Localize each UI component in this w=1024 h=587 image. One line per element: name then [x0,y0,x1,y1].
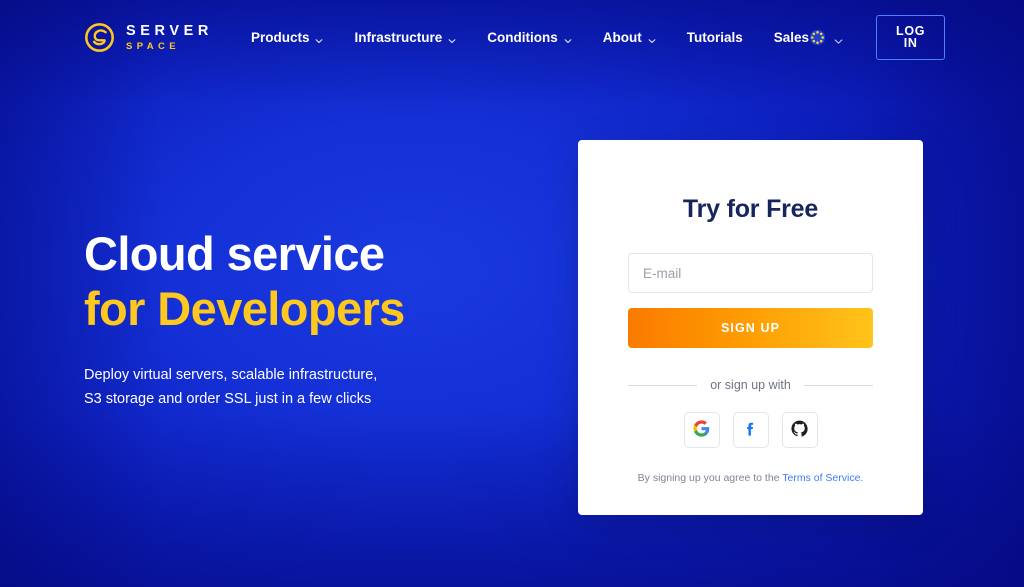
chevron-down-icon [564,33,572,43]
eu-flag-icon [809,29,826,46]
chevron-down-icon [648,33,656,43]
facebook-login-button[interactable] [732,412,769,448]
serverspace-circle-s-icon [84,22,115,53]
social-divider: or sign up with [628,378,874,392]
sign-up-button[interactable]: SIGN UP [628,308,873,348]
nav-item-products[interactable]: Products [251,30,324,45]
language-switcher[interactable] [809,29,843,46]
signup-card: Try for Free SIGN UP or sign up with [578,140,923,515]
facebook-icon [742,420,759,440]
email-input[interactable] [628,253,873,293]
hero-section: Cloud service for Developers Deploy virt… [84,226,405,411]
signup-card-title: Try for Free [682,195,819,223]
divider-label: or sign up with [710,378,791,392]
nav-item-label: Conditions [487,29,558,45]
hero-title-line-1: Cloud service [84,227,385,280]
hero-subtitle: Deploy virtual servers, scalable infrast… [84,363,405,411]
nav-item-about[interactable]: About [603,30,656,45]
google-login-button[interactable] [683,412,720,448]
main-navigation: Products Infrastructure Conditions About [251,30,809,45]
hero-title: Cloud service for Developers [84,226,405,337]
chevron-down-icon [834,33,843,44]
login-button[interactable]: LOG IN [876,14,946,60]
nav-item-label: Products [250,29,310,45]
social-login-buttons [628,412,873,448]
header-actions: LOG IN [809,14,946,60]
landing-page: SERVER SPACE Products Infrastructure Con… [0,0,1024,587]
site-logo[interactable]: SERVER SPACE [84,22,213,53]
google-icon [693,420,710,440]
nav-item-tutorials[interactable]: Tutorials [687,30,743,45]
hero-subtitle-line-2: S3 storage and order SSL just in a few c… [84,390,372,407]
nav-item-label: Sales [773,29,810,45]
hero-subtitle-line-1: Deploy virtual servers, scalable infrast… [84,366,378,383]
github-icon [791,420,808,440]
logo-line-server: SERVER [126,22,213,39]
nav-item-label: About [602,29,642,45]
logo-wordmark: SERVER SPACE [126,23,213,52]
site-header: SERVER SPACE Products Infrastructure Con… [0,0,1024,74]
nav-item-conditions[interactable]: Conditions [487,30,572,45]
nav-item-label: Infrastructure [354,29,443,45]
nav-item-sales[interactable]: Sales [774,30,809,45]
terms-notice: By signing up you agree to the Terms of … [628,472,873,484]
chevron-down-icon [448,33,456,43]
terms-prefix: By signing up you agree to the [637,472,783,484]
nav-item-label: Tutorials [686,29,743,45]
divider-rule-right [803,384,874,386]
nav-item-infrastructure[interactable]: Infrastructure [354,30,456,45]
hero-title-line-2: for Developers [84,282,405,336]
terms-suffix: . [860,472,864,484]
divider-rule-left [628,384,698,386]
logo-line-space: SPACE [126,41,181,52]
chevron-down-icon [315,33,323,43]
terms-of-service-link[interactable]: Terms of Service [782,472,860,484]
github-login-button[interactable] [781,412,818,448]
